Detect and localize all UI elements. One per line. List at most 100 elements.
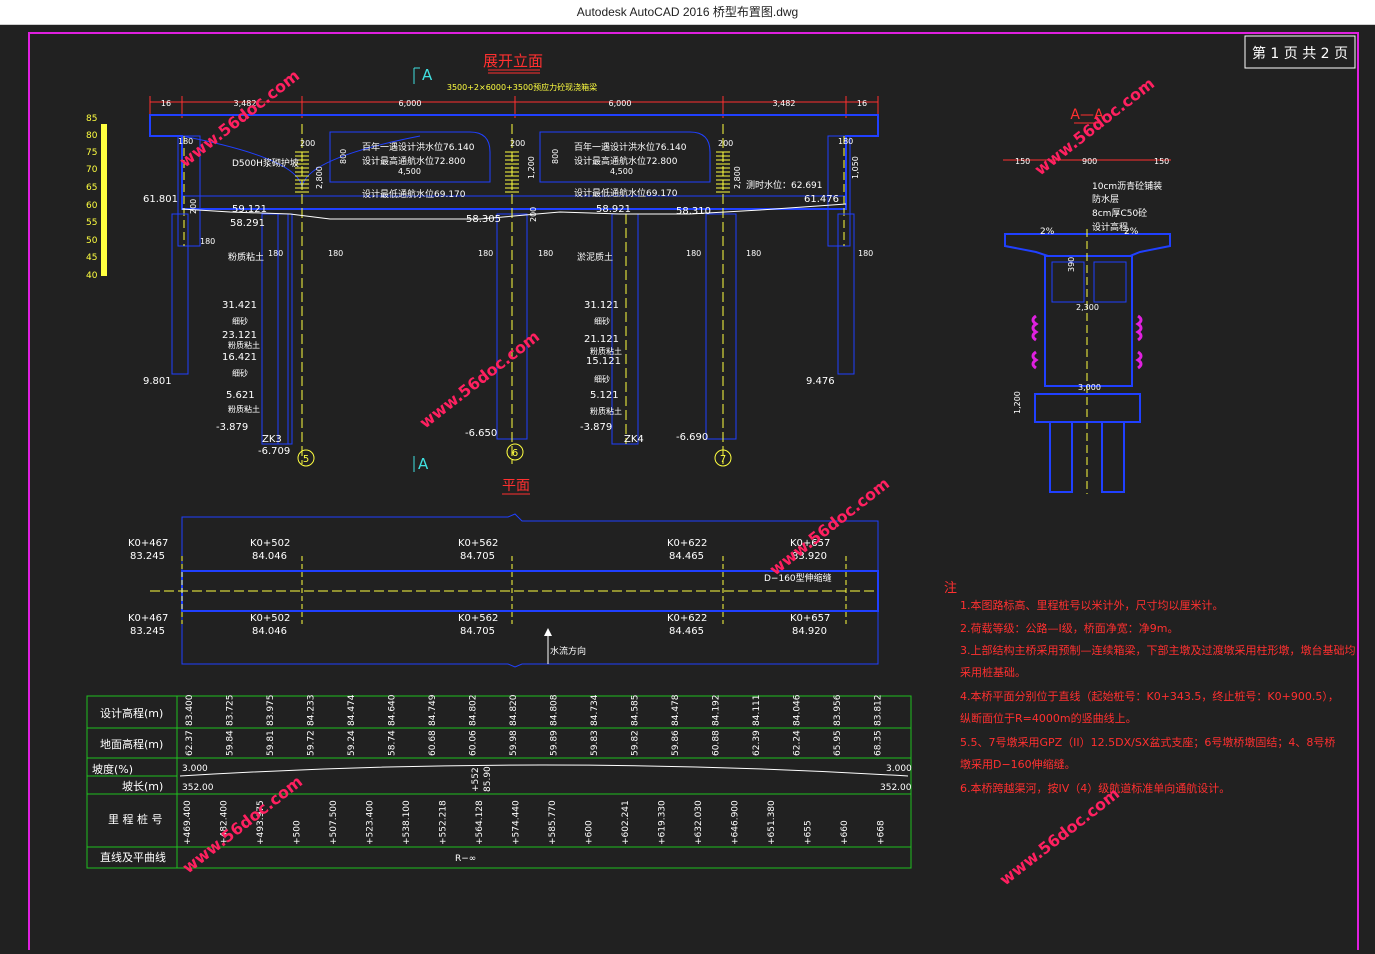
- svg-text:23.121: 23.121: [222, 330, 257, 341]
- flood-level: 百年一遇设计洪水位76.140: [362, 141, 475, 153]
- station-cell: +564.128: [475, 800, 485, 845]
- station-elev: 84.046: [252, 626, 287, 637]
- station-elev: 84.046: [252, 551, 287, 562]
- ground-elev-cell: 58.74: [388, 730, 398, 756]
- svg-text:-3.879: -3.879: [216, 422, 248, 433]
- svg-text:21.121: 21.121: [584, 334, 619, 345]
- svg-text:180: 180: [478, 249, 493, 258]
- section-aa: A—A 150 900 150 10cm沥青砼铺装 防水层 8cm厚C50砼 设…: [1003, 107, 1171, 494]
- station-cell: +523.400: [366, 800, 376, 845]
- svg-text:180: 180: [686, 249, 701, 258]
- station-cell: +668: [877, 820, 887, 845]
- svg-text:390: 390: [1067, 257, 1076, 272]
- svg-text:1,200: 1,200: [527, 156, 536, 179]
- station-cell: +655: [804, 820, 814, 845]
- ground-elev-cell: 59.82: [631, 730, 641, 756]
- span-dim: 3,482: [773, 99, 796, 108]
- station-elev: 84.465: [669, 551, 704, 562]
- svg-text:180: 180: [268, 249, 283, 258]
- svg-text:31.121: 31.121: [584, 300, 619, 311]
- notes: 注 1.本图路标高、里程桩号以米计外，尺寸均以厘米计。 2.荷载等级：公路—I级…: [944, 581, 1356, 795]
- svg-text:45: 45: [86, 253, 97, 263]
- svg-text:粉质粘土: 粉质粘土: [228, 404, 260, 414]
- ground-elev-cell: 60.06: [469, 730, 479, 756]
- note-line: 采用桩基础。: [960, 665, 1026, 679]
- svg-text:2,800: 2,800: [733, 166, 742, 189]
- station-cell: +602.241: [621, 800, 631, 845]
- station-cell: +600: [585, 820, 595, 845]
- station-elev: 84.705: [460, 626, 495, 637]
- ground-line: [181, 203, 847, 220]
- drawing-canvas[interactable]: 第 1 页 共 2 页 展开立面 A 3500+2×6000+3500预应力砼现…: [0, 24, 1375, 954]
- span-dim: 6,000: [399, 99, 422, 108]
- ground-elev-cell: 65.95: [833, 730, 843, 756]
- station-label: K0+622: [667, 538, 707, 549]
- pier-number: 6: [512, 448, 518, 459]
- section-mark-top: A: [422, 66, 433, 84]
- svg-text:5.121: 5.121: [590, 390, 619, 401]
- note-line: 1.本图路标高、里程桩号以米计外，尺寸均以厘米计。: [960, 598, 1224, 612]
- svg-text:150: 150: [1154, 157, 1169, 166]
- svg-text:-3.879: -3.879: [580, 422, 612, 433]
- station-cell: +619.330: [658, 800, 668, 845]
- ground-elev-row: 62.37 59.84 59.81 59.72 59.24 58.74 60.68 60.06…: [185, 730, 884, 756]
- ground-elev-cell: 60.88: [712, 730, 722, 756]
- svg-text:16.421: 16.421: [222, 352, 257, 363]
- design-elev-cell: 83.812: [874, 695, 884, 727]
- navig-low: 设计最低通航水位69.170: [362, 188, 466, 200]
- span-formula: 3500+2×6000+3500预应力砼现浇箱梁: [447, 82, 597, 92]
- svg-text:180: 180: [838, 137, 853, 146]
- pile-tip: -6.709: [258, 446, 290, 457]
- station-cell: +646.900: [731, 800, 741, 845]
- svg-text:80: 80: [86, 131, 98, 141]
- svg-text:40: 40: [86, 271, 98, 281]
- note-line: 4.本桥平面分别位于直线（起始桩号：K0+343.5，终止桩号：K0+900.5…: [960, 689, 1339, 703]
- ground-elev-cell: 62.39: [752, 730, 762, 756]
- station-cell: +660: [840, 820, 850, 845]
- svg-text:150: 150: [1015, 157, 1030, 166]
- design-elev-cell: 84.820: [509, 694, 519, 726]
- ground-elev-cell: 59.83: [590, 730, 600, 756]
- ground-elev-cell: 59.81: [266, 730, 276, 756]
- svg-text:15.121: 15.121: [586, 356, 621, 367]
- layer-label: 防水层: [1092, 193, 1119, 205]
- station-elev: 84.465: [669, 626, 704, 637]
- note-line: 6.本桥跨越渠河，按IV（4）级航道标准单向通航设计。: [960, 781, 1230, 795]
- cad-drawing[interactable]: 第 1 页 共 2 页 展开立面 A 3500+2×6000+3500预应力砼现…: [0, 24, 1375, 954]
- svg-text:5.621: 5.621: [226, 390, 255, 401]
- pile-tip: -6.650: [465, 428, 497, 439]
- svg-text:2,800: 2,800: [315, 166, 324, 189]
- elevation-title: 展开立面: [483, 52, 543, 70]
- station-label: K0+467: [128, 538, 168, 549]
- window-title: Autodesk AutoCAD 2016 桥型布置图.dwg: [576, 5, 799, 19]
- svg-text:粉质粘土: 粉质粘土: [228, 340, 260, 350]
- svg-text:细砂: 细砂: [232, 368, 248, 378]
- pier-number: 7: [720, 454, 726, 465]
- svg-text:75: 75: [86, 148, 97, 158]
- station-label: K0+467: [128, 613, 168, 624]
- elev-scale-bar: [101, 124, 107, 276]
- ground-elev-cell: 59.24: [347, 730, 357, 756]
- grade-left: 3.000: [182, 764, 208, 774]
- design-elev-cell: 84.111: [752, 695, 762, 727]
- soil-label: 粉质粘土: [228, 251, 264, 263]
- svg-text:31.421: 31.421: [222, 300, 257, 311]
- svg-text:50: 50: [86, 236, 98, 246]
- row-label: 设计高程(m): [100, 706, 163, 720]
- station-label: K0+502: [250, 538, 290, 549]
- vpi-elev: 85.90: [483, 766, 493, 792]
- design-elev-cell: 84.585: [631, 695, 641, 727]
- layer-label: 8cm厚C50砼: [1092, 207, 1147, 219]
- watermark: www.56doc.com: [996, 784, 1123, 889]
- dim-16-left: 16: [161, 99, 171, 108]
- station-label: K0+562: [458, 538, 498, 549]
- svg-text:180: 180: [328, 249, 343, 258]
- watermark: www.56doc.com: [176, 66, 303, 171]
- svg-text:细砂: 细砂: [232, 316, 248, 326]
- borehole-id: ZK3: [262, 434, 282, 445]
- row-label: 里 程 桩 号: [108, 812, 163, 826]
- note-line: 墩采用D−160伸缩缝。: [960, 757, 1076, 771]
- note-line: 2.荷载等级：公路—I级，桥面净宽：净9m。: [960, 621, 1178, 635]
- soil-label: 淤泥质土: [577, 251, 613, 263]
- plan-title: 平面: [502, 478, 530, 494]
